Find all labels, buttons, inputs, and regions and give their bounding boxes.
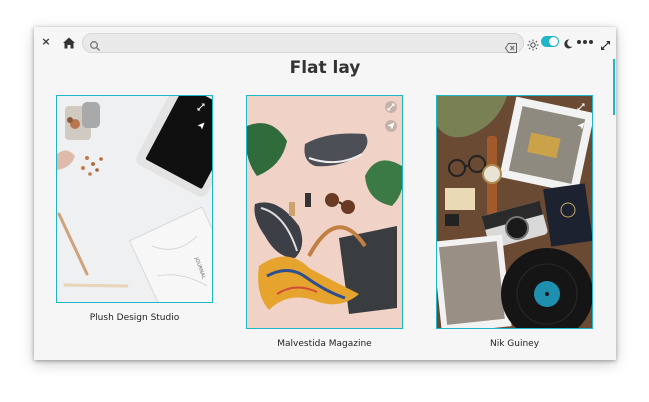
photo[interactable]	[436, 95, 593, 329]
send-icon[interactable]	[195, 120, 207, 132]
toolbar: ×	[34, 27, 616, 57]
url-bar[interactable]	[82, 33, 524, 53]
dark-mode-toggle[interactable]	[541, 36, 559, 47]
home-icon[interactable]	[62, 35, 76, 49]
expand-icon[interactable]	[195, 101, 207, 113]
photo-card[interactable]: Malvestida Magazine	[246, 95, 403, 351]
close-icon[interactable]: ×	[40, 36, 52, 48]
photo-card[interactable]: Nik Guiney	[436, 95, 593, 351]
expand-icon[interactable]	[575, 101, 587, 113]
card-caption[interactable]: Nik Guiney	[436, 338, 593, 350]
sun-icon	[527, 36, 539, 51]
page-title: Flat lay	[289, 58, 361, 78]
search-icon	[89, 37, 101, 51]
card-caption[interactable]: Plush Design Studio	[56, 312, 213, 324]
toggle-knob	[549, 37, 558, 46]
browser-window: × Flat lay JOURNAL Plush Design Studio M…	[34, 27, 616, 360]
expand-icon[interactable]	[385, 101, 397, 113]
clear-icon[interactable]	[504, 38, 517, 53]
menu-icon[interactable]	[577, 40, 593, 44]
photo-card[interactable]: JOURNAL Plush Design Studio	[56, 95, 213, 325]
send-icon[interactable]	[385, 120, 397, 132]
photo[interactable]	[246, 95, 403, 329]
moon-icon	[562, 35, 574, 49]
card-caption[interactable]: Malvestida Magazine	[246, 338, 403, 350]
photo[interactable]: JOURNAL	[56, 95, 213, 303]
url-input[interactable]	[105, 35, 489, 51]
maximize-icon[interactable]	[600, 36, 611, 50]
send-icon[interactable]	[575, 120, 587, 132]
